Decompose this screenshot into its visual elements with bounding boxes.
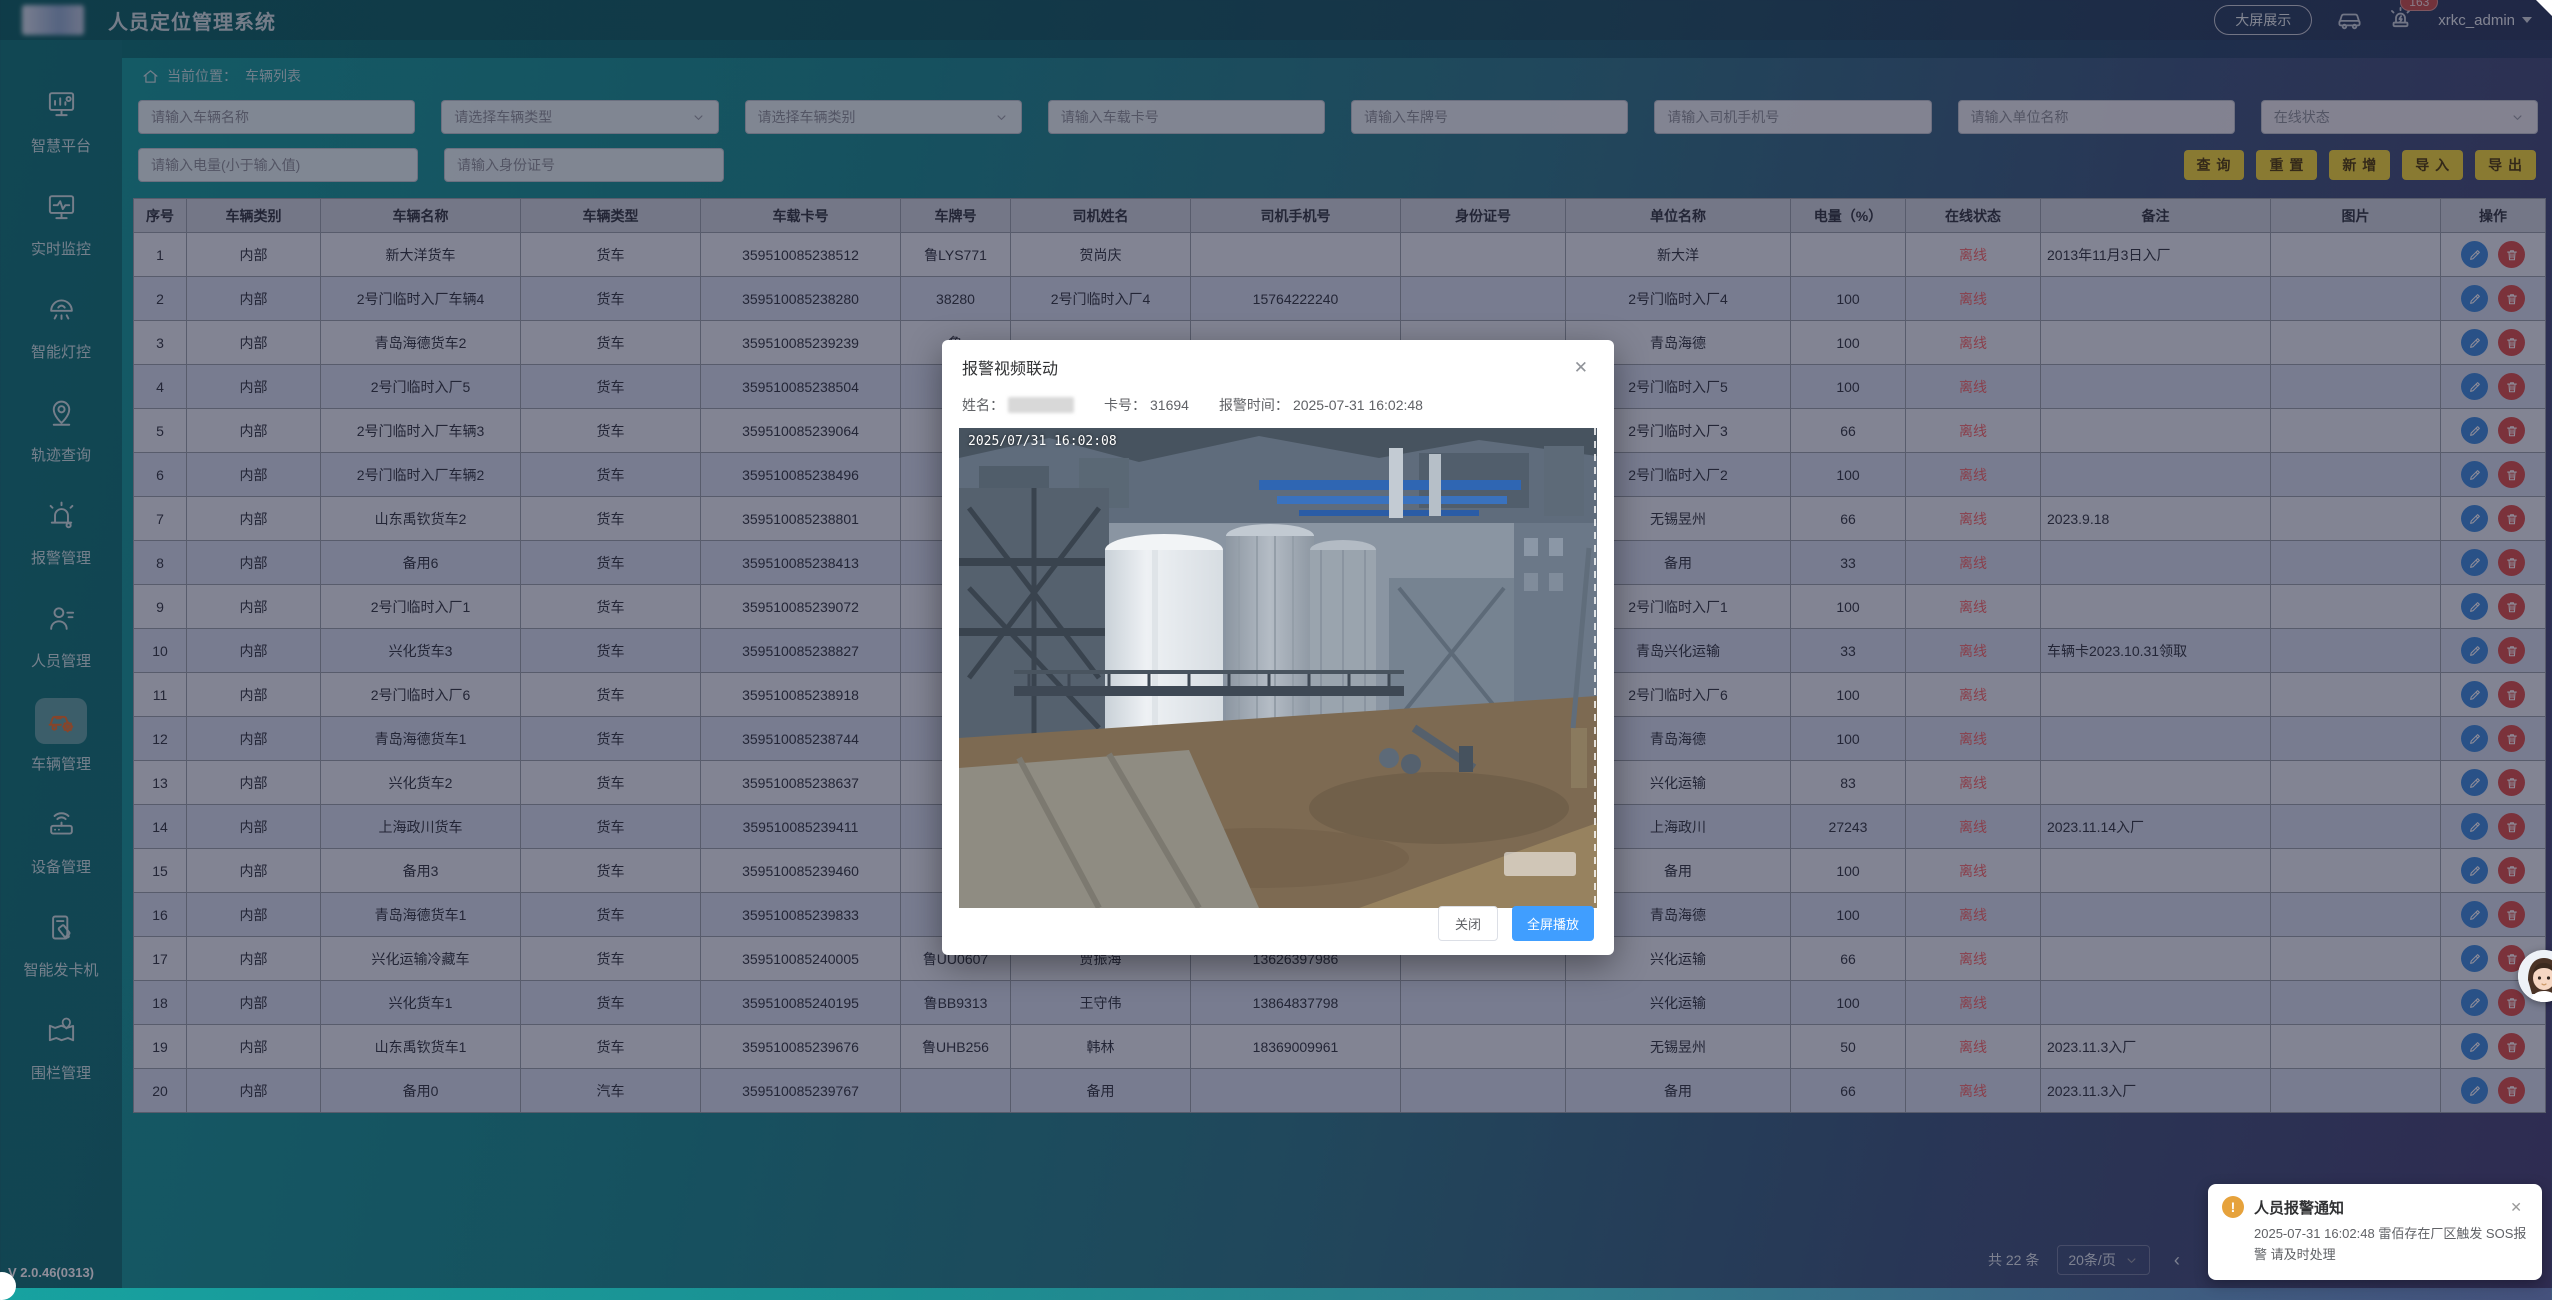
alarm-person-name: 姓名： <box>962 395 1074 415</box>
close-icon[interactable]: ✕ <box>1568 358 1594 377</box>
corner-decoration <box>2536 0 2552 16</box>
name-label: 姓名： <box>962 395 1004 415</box>
card-label: 卡号： <box>1104 395 1146 415</box>
time-value: 2025-07-31 16:02:48 <box>1293 397 1423 413</box>
toast-title: 人员报警通知 <box>2254 1197 2494 1218</box>
video-timestamp: 2025/07/31 16:02:08 <box>968 434 1117 449</box>
time-label: 报警时间： <box>1219 395 1289 415</box>
fullscreen-play-button[interactable]: 全屏播放 <box>1512 906 1594 941</box>
modal-info-row: 姓名： 卡号： 31694 报警时间： 2025-07-31 16:02:48 <box>942 395 1614 415</box>
alarm-video-modal: 报警视频联动 ✕ 姓名： 卡号： 31694 报警时间： 2025-07-31 … <box>942 340 1614 955</box>
alarm-time: 报警时间： 2025-07-31 16:02:48 <box>1219 395 1423 415</box>
alarm-notification-toast: ! 人员报警通知 ✕ 2025-07-31 16:02:48 雷佰存在厂区触发 … <box>2208 1184 2542 1280</box>
warning-icon: ! <box>2222 1196 2244 1218</box>
alarm-card-number: 卡号： 31694 <box>1104 395 1189 415</box>
modal-footer: 关闭 全屏播放 <box>1438 906 1594 941</box>
redacted-name <box>1008 397 1074 413</box>
modal-close-button[interactable]: 关闭 <box>1438 906 1498 941</box>
close-icon[interactable]: ✕ <box>2504 1198 2528 1217</box>
cctv-video-frame[interactable]: 2025/07/31 16:02:08 <box>959 428 1597 908</box>
toast-message: 2025-07-31 16:02:48 雷佰存在厂区触发 SOS报警 请及时处理 <box>2254 1224 2528 1266</box>
modal-title: 报警视频联动 <box>962 355 1058 379</box>
toast-header: ! 人员报警通知 ✕ <box>2222 1196 2528 1218</box>
card-value: 31694 <box>1150 397 1189 413</box>
cctv-still-image <box>959 428 1597 908</box>
modal-header: 报警视频联动 ✕ <box>942 340 1614 387</box>
